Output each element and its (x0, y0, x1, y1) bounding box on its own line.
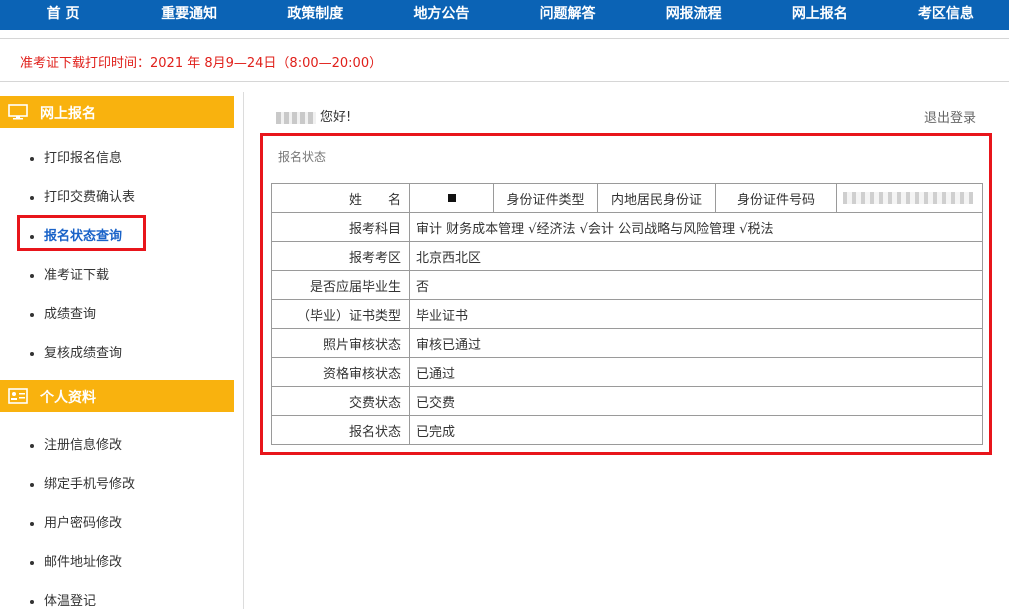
row-label: 报考考区 (272, 242, 410, 271)
nav-exam-area-info[interactable]: 考区信息 (883, 0, 1009, 30)
sidebar: 网上报名 打印报名信息 打印交费确认表 报名状态查询 准考证下载 成绩查询 复核… (0, 92, 234, 609)
greeting-text: 您好! (320, 110, 351, 125)
id-type-value: 内地居民身份证 (598, 184, 716, 213)
row-label: 资格审核状态 (272, 358, 410, 387)
sidebar-item-label: 注册信息修改 (44, 438, 122, 453)
sidebar-item-label: 打印交费确认表 (44, 190, 135, 205)
sidebar-item-label: 成绩查询 (44, 307, 96, 322)
sidebar-item-label: 打印报名信息 (44, 151, 122, 166)
row-label: 是否应届毕业生 (272, 271, 410, 300)
payment-status-value: 已交费 (410, 387, 983, 416)
sidebar-item-print-registration[interactable]: 打印报名信息 (30, 147, 122, 166)
bullet-icon (30, 196, 34, 200)
nav-local-announcements[interactable]: 地方公告 (378, 0, 504, 30)
sidebar-item-label: 邮件地址修改 (44, 555, 122, 570)
blurred-id-number (843, 192, 973, 204)
sidebar-item-score-query[interactable]: 成绩查询 (30, 303, 96, 322)
sidebar-item-score-review[interactable]: 复核成绩查询 (30, 342, 122, 361)
notice-text: 准考证下载打印时间：2021 年 8月9—24日（8:00—20:00） (20, 52, 382, 71)
name-label: 姓 名 (272, 184, 410, 213)
status-table: 姓 名 身份证件类型 内地居民身份证 身份证件号码 报考科目 审计 财务成本管理… (271, 183, 983, 445)
nav-faq[interactable]: 问题解答 (505, 0, 631, 30)
sidebar-header-title: 网上报名 (40, 103, 96, 123)
bullet-icon (30, 600, 34, 604)
sidebar-item-label: 准考证下载 (44, 268, 109, 283)
nav-registration-process[interactable]: 网报流程 (631, 0, 757, 30)
bullet-icon (30, 274, 34, 278)
sidebar-item-edit-email[interactable]: 邮件地址修改 (30, 551, 122, 570)
table-row: 报名状态 已完成 (272, 416, 983, 445)
row-label: （毕业）证书类型 (272, 300, 410, 329)
fresh-graduate-value: 否 (410, 271, 983, 300)
sidebar-item-edit-phone[interactable]: 绑定手机号修改 (30, 473, 135, 492)
redacted-name (448, 194, 456, 202)
certificate-type-value: 毕业证书 (410, 300, 983, 329)
bullet-icon (30, 352, 34, 356)
row-label: 报名状态 (272, 416, 410, 445)
highlight-box-sidebar (17, 215, 146, 251)
status-section-title: 报名状态 (278, 148, 326, 165)
table-row: 交费状态 已交费 (272, 387, 983, 416)
row-label: 报考科目 (272, 213, 410, 242)
sidebar-item-label: 用户密码修改 (44, 516, 122, 531)
bullet-icon (30, 483, 34, 487)
table-row: 是否应届毕业生 否 (272, 271, 983, 300)
row-label: 照片审核状态 (272, 329, 410, 358)
sidebar-item-label: 绑定手机号修改 (44, 477, 135, 492)
table-row: 照片审核状态 审核已通过 (272, 329, 983, 358)
sidebar-item-edit-registration[interactable]: 注册信息修改 (30, 434, 122, 453)
id-card-icon (8, 388, 28, 404)
sidebar-item-print-payment[interactable]: 打印交费确认表 (30, 186, 135, 205)
sidebar-item-admission-ticket[interactable]: 准考证下载 (30, 264, 109, 283)
sidebar-item-label: 复核成绩查询 (44, 346, 122, 361)
registration-status-value: 已完成 (410, 416, 983, 445)
sidebar-header-online-registration: 网上报名 (0, 96, 234, 128)
id-number-value (837, 184, 983, 213)
table-row: 报考科目 审计 财务成本管理 √经济法 √会计 公司战略与风险管理 √税法 (272, 213, 983, 242)
exam-area-value: 北京西北区 (410, 242, 983, 271)
bullet-icon (30, 157, 34, 161)
greeting: 您好! (276, 106, 351, 125)
row-label: 交费状态 (272, 387, 410, 416)
table-row: 报考考区 北京西北区 (272, 242, 983, 271)
sidebar-header-title: 个人资料 (40, 387, 96, 407)
table-row-identity: 姓 名 身份证件类型 内地居民身份证 身份证件号码 (272, 184, 983, 213)
monitor-icon (8, 104, 28, 120)
logout-link[interactable]: 退出登录 (924, 107, 976, 126)
blurred-username (276, 112, 316, 124)
top-nav: 首 页 重要通知 政策制度 地方公告 问题解答 网报流程 网上报名 考区信息 (0, 0, 1009, 30)
qualification-review-value: 已通过 (410, 358, 983, 387)
sidebar-header-personal-info: 个人资料 (0, 380, 234, 412)
nav-home[interactable]: 首 页 (0, 0, 126, 30)
table-row: （毕业）证书类型 毕业证书 (272, 300, 983, 329)
nav-online-registration[interactable]: 网上报名 (757, 0, 883, 30)
name-value (410, 184, 494, 213)
nav-important-notices[interactable]: 重要通知 (126, 0, 252, 30)
id-number-label: 身份证件号码 (716, 184, 837, 213)
sidebar-item-label: 体温登记 (44, 594, 96, 609)
id-type-label: 身份证件类型 (494, 184, 598, 213)
divider (243, 92, 244, 609)
photo-review-value: 审核已通过 (410, 329, 983, 358)
bullet-icon (30, 522, 34, 526)
sidebar-item-temperature[interactable]: 体温登记 (30, 590, 96, 609)
bullet-icon (30, 444, 34, 448)
sidebar-item-edit-password[interactable]: 用户密码修改 (30, 512, 122, 531)
table-row: 资格审核状态 已通过 (272, 358, 983, 387)
notice-bar: 准考证下载打印时间：2021 年 8月9—24日（8:00—20:00） (0, 38, 1009, 82)
bullet-icon (30, 313, 34, 317)
exam-subjects-value: 审计 财务成本管理 √经济法 √会计 公司战略与风险管理 √税法 (410, 213, 983, 242)
nav-policies[interactable]: 政策制度 (252, 0, 378, 30)
bullet-icon (30, 561, 34, 565)
